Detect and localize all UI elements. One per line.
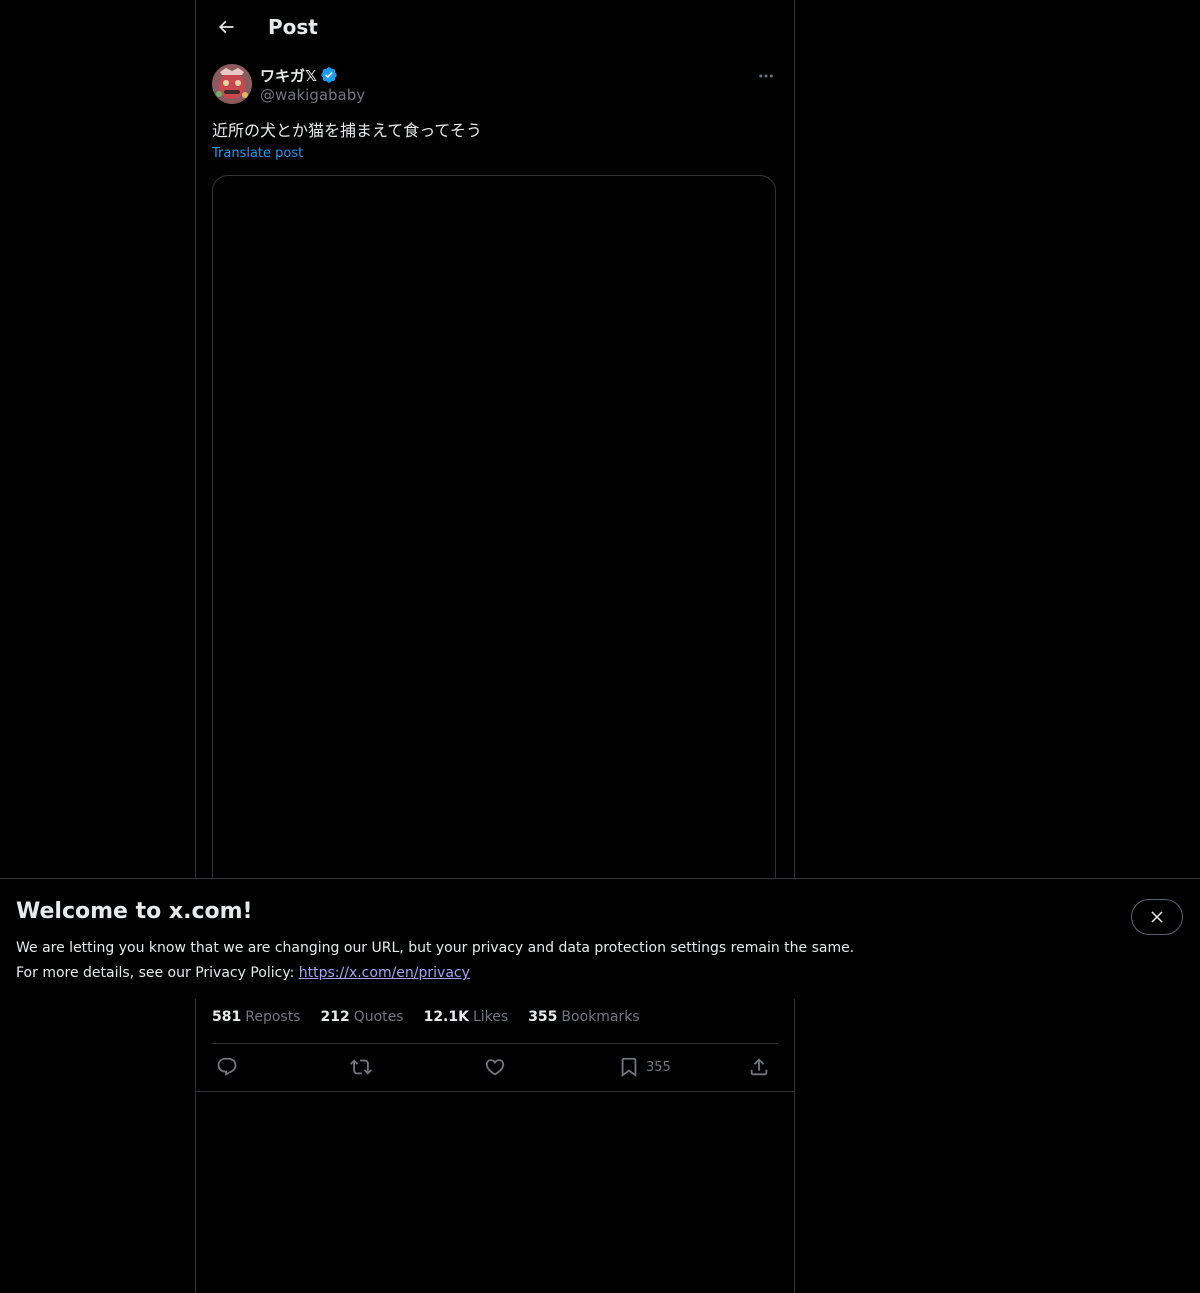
bookmark-icon	[621, 1057, 637, 1078]
divider	[196, 1091, 794, 1092]
bookmark-button[interactable]: 355	[618, 1056, 671, 1078]
translate-post-link[interactable]: Translate post	[212, 146, 303, 161]
close-banner-button[interactable]	[1131, 899, 1183, 935]
stat-likes[interactable]: 12.1K Likes	[424, 1009, 509, 1025]
url-change-banner: Welcome to x.com! We are letting you kno…	[0, 878, 1200, 999]
reply-button[interactable]	[216, 1056, 238, 1078]
post-text: 近所の犬とか猫を捕まえて食ってそう	[212, 121, 482, 140]
stat-bookmarks[interactable]: 355 Bookmarks	[528, 1009, 639, 1025]
display-name-row[interactable]: ワキガ𝕏	[260, 65, 338, 85]
reply-icon	[217, 1057, 237, 1076]
avatar-image	[212, 64, 252, 104]
stat-reposts[interactable]: 581 Reposts	[212, 1009, 300, 1025]
post-media[interactable]	[212, 175, 776, 935]
repost-icon	[350, 1059, 372, 1075]
close-icon	[1151, 911, 1163, 923]
repost-button[interactable]	[350, 1056, 372, 1078]
main-column: Post ワキガ𝕏 @wakigababy 近所の犬とか猫を捕まえて食ってそう …	[195, 0, 795, 1293]
more-icon	[759, 74, 773, 78]
banner-line-2: For more details, see our Privacy Policy…	[16, 965, 470, 981]
heart-icon	[485, 1059, 505, 1076]
privacy-policy-link[interactable]: https://x.com/en/privacy	[299, 965, 470, 981]
post-actions: 355	[212, 1044, 778, 1090]
banner-text: We are letting you know that we are chan…	[16, 936, 1016, 986]
bookmark-count: 355	[646, 1059, 671, 1075]
verified-badge-icon	[321, 67, 337, 83]
display-name[interactable]: ワキガ𝕏	[260, 65, 317, 86]
share-button[interactable]	[748, 1056, 770, 1078]
share-icon	[750, 1058, 768, 1076]
back-button[interactable]	[208, 9, 244, 45]
post-stats: 581 Reposts 212 Quotes 12.1K Likes 355 Bookm…	[212, 1007, 660, 1027]
banner-line-1: We are letting you know that we are chan…	[16, 940, 855, 956]
stat-quotes[interactable]: 212 Quotes	[320, 1009, 403, 1025]
more-options-button[interactable]	[754, 64, 778, 88]
banner-title: Welcome to x.com!	[16, 899, 253, 924]
page-header: Post	[196, 0, 794, 54]
page-title: Post	[268, 15, 318, 39]
avatar[interactable]	[212, 64, 252, 104]
arrow-left-icon	[218, 20, 234, 34]
like-button[interactable]	[484, 1056, 506, 1078]
user-handle[interactable]: @wakigababy	[260, 86, 365, 104]
post-author: ワキガ𝕏 @wakigababy	[212, 64, 778, 108]
